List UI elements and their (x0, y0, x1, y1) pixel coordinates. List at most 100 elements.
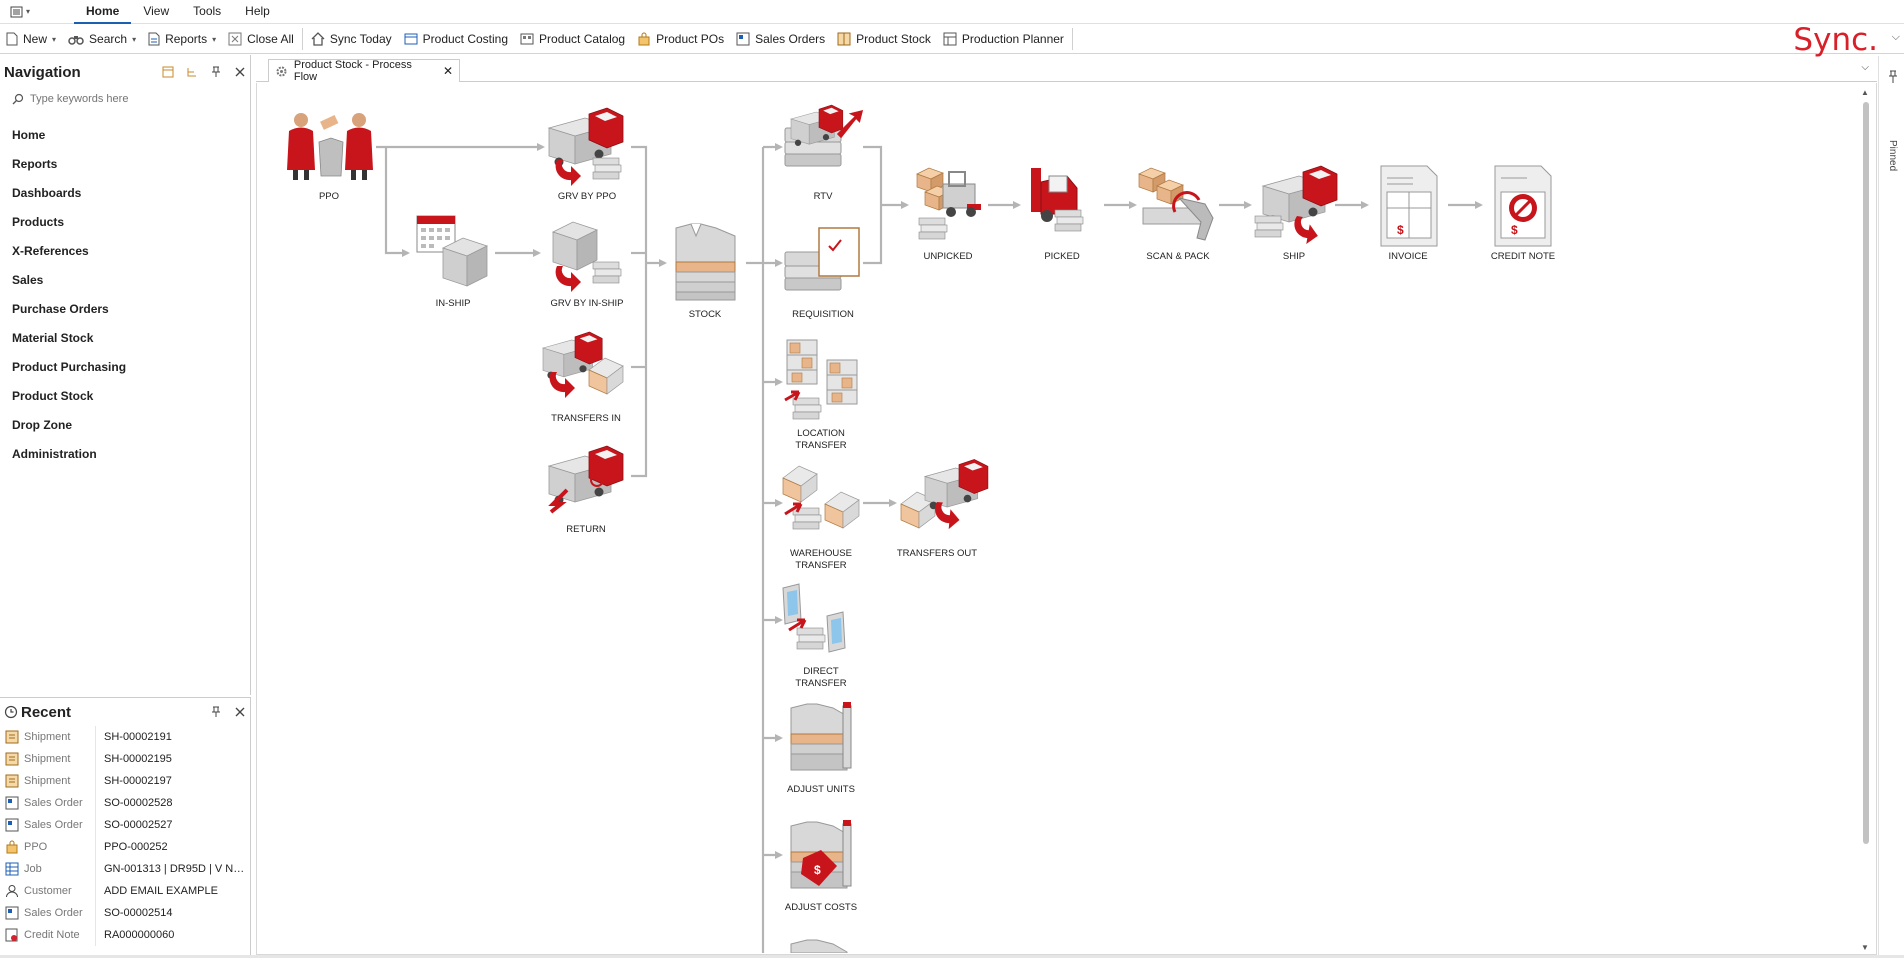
nav-item-product-purchasing[interactable]: Product Purchasing (0, 353, 250, 382)
recent-row[interactable]: Credit Note RA000000060 (0, 924, 250, 946)
flow-node-adjust-units[interactable]: ADJUST UNITS (787, 702, 855, 795)
flow-label: TRANSFER (795, 678, 846, 689)
flow-node-transfers-out[interactable]: TRANSFERS OUT (897, 459, 989, 560)
recent-row[interactable]: Customer ADD EMAIL EXAMPLE (0, 880, 250, 902)
logo-chevron-down-icon[interactable]: ⌵ (1892, 31, 1900, 44)
tab-list-chevron-icon[interactable]: ⌵ (1861, 62, 1869, 73)
credit-note-document-icon: $ (1494, 165, 1552, 247)
product-catalog-button[interactable]: Product Catalog (514, 27, 631, 51)
recent-value: RA000000060 (104, 929, 175, 941)
recent-row[interactable]: Job GN-001313 | DR95D | V Neck... (0, 858, 250, 880)
flow-node-location-transfer[interactable]: LOCATION TRANSFER (784, 339, 858, 451)
reports-button[interactable]: Reports ▾ (142, 27, 222, 51)
flow-node-transfers-in[interactable]: TRANSFERS IN (542, 331, 624, 424)
tab-close-icon[interactable]: ✕ (443, 64, 453, 78)
close-icon[interactable] (234, 66, 246, 78)
tab-process-flow[interactable]: Product Stock - Process Flow ✕ (268, 59, 460, 83)
app-menu-button[interactable]: ▾ (0, 0, 40, 24)
production-planner-button[interactable]: Production Planner (937, 27, 1070, 51)
scrollbar-thumb[interactable] (1863, 102, 1869, 844)
nav-item-material-stock[interactable]: Material Stock (0, 324, 250, 353)
sync-today-button[interactable]: Sync Today (305, 27, 398, 51)
vertical-scrollbar[interactable]: ▲ ▼ (1860, 88, 1872, 952)
nav-item-home[interactable]: Home (0, 121, 250, 150)
nav-item-product-stock[interactable]: Product Stock (0, 382, 250, 411)
pin-icon[interactable] (210, 706, 222, 718)
menu-tab-help[interactable]: Help (233, 0, 282, 24)
pin-icon[interactable] (1887, 70, 1899, 84)
navigation-list: Home Reports Dashboards Products X-Refer… (0, 121, 250, 469)
flow-node-grv-by-ppo[interactable]: GRV BY PPO (548, 107, 624, 202)
red-arrow-icon (555, 160, 581, 186)
flow-node-adjust-costs[interactable]: $ ADJUST COSTS (785, 820, 857, 913)
product-pos-button[interactable]: Product POs (631, 27, 730, 51)
menu-tab-home[interactable]: Home (74, 0, 132, 24)
flow-node-return[interactable]: RETURN (548, 445, 624, 535)
scroll-up-icon[interactable]: ▲ (1861, 88, 1869, 97)
recent-row[interactable]: Sales Order SO-00002514 (0, 902, 250, 924)
menu-tab-tools[interactable]: Tools (181, 0, 233, 24)
nav-item-products[interactable]: Products (0, 208, 250, 237)
pinned-strip: Pinned (1878, 56, 1904, 958)
recent-row[interactable]: Sales Order SO-00002527 (0, 814, 250, 836)
flow-node-ship[interactable]: SHIP (1254, 165, 1338, 262)
binoculars-icon (68, 36, 84, 45)
chevron-down-icon: ▾ (25, 7, 30, 16)
recent-row[interactable]: Sales Order SO-00002528 (0, 792, 250, 814)
product-costing-button[interactable]: Product Costing (398, 27, 514, 51)
sync-logo: Sync. (1793, 22, 1878, 58)
stock-box-icon (837, 32, 851, 46)
invoice-document-icon: $ (1380, 165, 1438, 247)
flow-node-rtv[interactable]: RTV (784, 104, 864, 202)
recent-row[interactable]: Shipment SH-00002195 (0, 748, 250, 770)
nav-item-reports[interactable]: Reports (0, 150, 250, 179)
flow-node-in-ship[interactable]: IN-SHIP (416, 215, 488, 309)
nav-item-x-references[interactable]: X-References (0, 237, 250, 266)
flow-node-requisition[interactable]: REQUISITION (784, 227, 860, 320)
recent-row[interactable]: Shipment SH-00002197 (0, 770, 250, 792)
scroll-down-icon[interactable]: ▼ (1861, 943, 1869, 952)
nav-item-sales[interactable]: Sales (0, 266, 250, 295)
layout-icon[interactable] (162, 66, 174, 78)
svg-text:$: $ (1511, 223, 1518, 237)
flow-label: TRANSFERS IN (551, 413, 621, 424)
sales-orders-label: Sales Orders (755, 32, 826, 46)
close-icon[interactable] (234, 706, 246, 718)
flow-node-partial[interactable] (790, 939, 848, 954)
flow-node-grv-by-in-ship[interactable]: GRV BY IN-SHIP (550, 221, 624, 309)
close-all-button[interactable]: Close All (222, 27, 300, 51)
new-button[interactable]: New ▾ (0, 27, 62, 51)
recent-title: Recent (21, 703, 72, 721)
menu-tab-view[interactable]: View (131, 0, 181, 24)
flow-node-scan-pack[interactable]: SCAN & PACK (1138, 167, 1214, 262)
nav-item-drop-zone[interactable]: Drop Zone (0, 411, 250, 440)
recent-row[interactable]: Shipment SH-00002191 (0, 726, 250, 748)
flow-node-direct-transfer[interactable]: DIRECT TRANSFER (782, 583, 847, 689)
flow-node-warehouse-transfer[interactable]: WAREHOUSE TRANSFER (782, 465, 860, 571)
search-button[interactable]: Search ▾ (62, 27, 142, 51)
flow-node-unpicked[interactable]: UNPICKED (916, 167, 981, 262)
shelf-icon (786, 339, 818, 385)
red-arrow-icon (784, 390, 801, 402)
tree-icon[interactable] (186, 66, 198, 78)
flow-node-picked[interactable]: PICKED (1031, 168, 1084, 262)
flow-node-credit-note[interactable]: $ CREDIT NOTE (1491, 165, 1555, 262)
flow-node-stock[interactable]: STOCK (675, 223, 736, 320)
flow-node-ppo[interactable]: PPO (287, 113, 373, 202)
pencil-icon (842, 705, 852, 769)
sales-orders-button[interactable]: Sales Orders (730, 27, 831, 51)
nav-item-administration[interactable]: Administration (0, 440, 250, 469)
flow-node-invoice[interactable]: $ INVOICE (1380, 165, 1438, 262)
product-stock-button[interactable]: Product Stock (831, 27, 937, 51)
nav-item-purchase-orders[interactable]: Purchase Orders (0, 295, 250, 324)
new-button-label: New (23, 32, 48, 46)
pin-icon[interactable] (210, 66, 222, 78)
container-icon (552, 221, 598, 271)
nav-item-dashboards[interactable]: Dashboards (0, 179, 250, 208)
navigation-search-input[interactable] (30, 93, 230, 105)
flow-label: PICKED (1044, 251, 1080, 262)
pinned-label[interactable]: Pinned (1887, 140, 1898, 171)
recent-row[interactable]: PPO PPO-000252 (0, 836, 250, 858)
folded-shirts-icon (675, 223, 736, 301)
sales-order-icon (5, 906, 19, 920)
